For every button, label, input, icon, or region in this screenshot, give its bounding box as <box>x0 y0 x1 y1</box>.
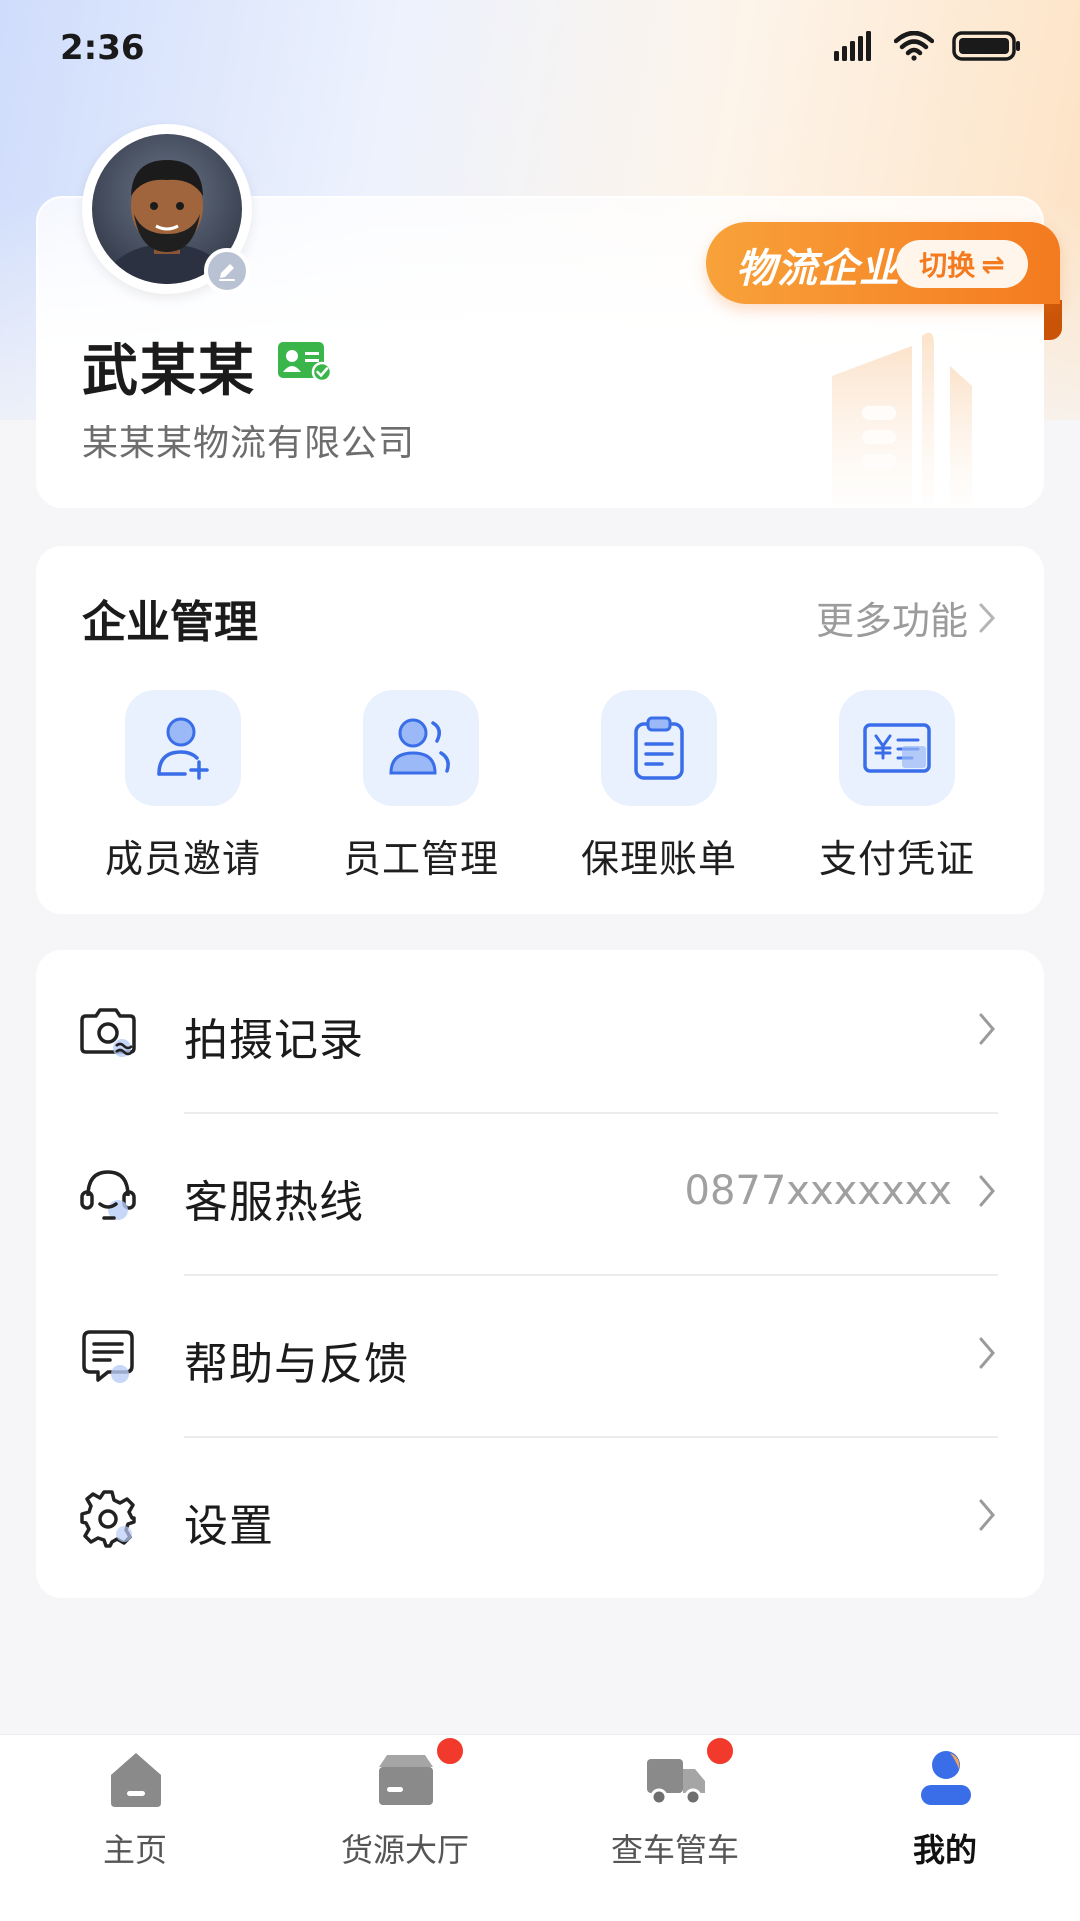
more-functions-label: 更多功能 <box>815 599 968 643</box>
headset-icon <box>80 1170 136 1220</box>
role-label: 物流企业 <box>736 246 900 292</box>
profile-icon <box>921 1751 971 1805</box>
enterprise-grid: 成员邀请 员工管理 保理账单 支付凭证 <box>36 690 1044 890</box>
menu-item-help-feedback[interactable]: 帮助与反馈 <box>36 1274 1044 1436</box>
menu-item-label: 帮助与反馈 <box>184 1339 409 1390</box>
menu-item-hotline[interactable]: 客服热线 0877xxxxxxx <box>36 1112 1044 1274</box>
voucher-icon <box>839 690 955 806</box>
menu-item-label: 拍摄记录 <box>184 1015 364 1066</box>
signal-icon <box>834 31 871 61</box>
hotline-number: 0877xxxxxxx <box>684 1168 953 1214</box>
role-badge: 物流企业 切换 ⇌ <box>706 222 1060 304</box>
status-icons <box>834 30 1022 62</box>
clipboard-icon <box>601 690 717 806</box>
tab-mine[interactable]: 我的 <box>810 1735 1080 1921</box>
building-icon <box>832 332 972 506</box>
verified-id-icon <box>278 342 332 382</box>
grid-label: 保理账单 <box>580 837 737 881</box>
tab-label: 我的 <box>912 1831 977 1869</box>
truck-icon <box>647 1759 705 1806</box>
tab-label: 主页 <box>102 1831 167 1869</box>
role-badge-fold <box>1044 300 1062 340</box>
section-title: 企业管理 <box>82 597 258 648</box>
settings-menu-card: 拍摄记录 客服热线 0877xxxxxxx 帮助与反馈 设置 <box>36 950 1044 1598</box>
tab-vehicle-management[interactable]: 查车管车 <box>540 1735 810 1921</box>
notification-badge <box>704 1735 736 1767</box>
menu-item-label: 客服热线 <box>184 1177 364 1228</box>
message-icon <box>82 1330 134 1383</box>
menu-item-settings[interactable]: 设置 <box>36 1436 1044 1598</box>
wifi-icon <box>894 31 934 61</box>
tab-label: 查车管车 <box>610 1831 739 1869</box>
enterprise-management-card: 企业管理 更多功能 成员邀请 员工管理 保理账单 支付凭证 <box>36 546 1044 914</box>
pencil-icon <box>219 264 235 281</box>
grid-item-payment-voucher[interactable]: 支付凭证 <box>778 690 1016 890</box>
more-functions-link[interactable]: 更多功能 <box>816 590 996 645</box>
chevron-right-icon <box>979 1499 995 1531</box>
grid-label: 成员邀请 <box>104 837 261 881</box>
status-time: 2:36 <box>60 28 145 68</box>
user-name: 武某某 <box>82 339 256 404</box>
tab-label: 货源大厅 <box>340 1831 469 1869</box>
users-icon <box>363 690 479 806</box>
cargo-icon <box>379 1755 433 1805</box>
camera-icon <box>80 1008 136 1057</box>
grid-label: 支付凭证 <box>818 837 975 881</box>
chevron-right-icon <box>979 1013 995 1045</box>
edit-avatar-button[interactable] <box>204 248 250 294</box>
grid-item-staff-management[interactable]: 员工管理 <box>302 690 540 890</box>
chevron-right-icon <box>979 603 996 632</box>
notification-badge <box>434 1735 466 1767</box>
tab-home[interactable]: 主页 <box>0 1735 270 1921</box>
switch-label: 切换 <box>919 249 976 282</box>
swap-icon: ⇌ <box>981 247 1005 281</box>
status-bar: 2:36 <box>0 0 1080 100</box>
bottom-tab-bar: 主页 货源大厅 查车管车 我的 <box>0 1734 1080 1921</box>
company-name: 某某某物流有限公司 <box>82 423 416 464</box>
home-icon <box>111 1753 161 1807</box>
chevron-right-icon <box>979 1175 995 1207</box>
menu-item-photo-records[interactable]: 拍摄记录 <box>36 950 1044 1112</box>
grid-item-factoring-bill[interactable]: 保理账单 <box>540 690 778 890</box>
grid-item-member-invite[interactable]: 成员邀请 <box>64 690 302 890</box>
chevron-right-icon <box>979 1337 995 1369</box>
tab-cargo-hall[interactable]: 货源大厅 <box>270 1735 540 1921</box>
gear-icon <box>80 1490 136 1548</box>
grid-label: 员工管理 <box>342 837 499 881</box>
battery-icon <box>952 31 1020 61</box>
menu-item-label: 设置 <box>184 1501 274 1552</box>
switch-role-button[interactable]: 切换 ⇌ <box>896 240 1028 288</box>
user-add-icon <box>125 690 241 806</box>
